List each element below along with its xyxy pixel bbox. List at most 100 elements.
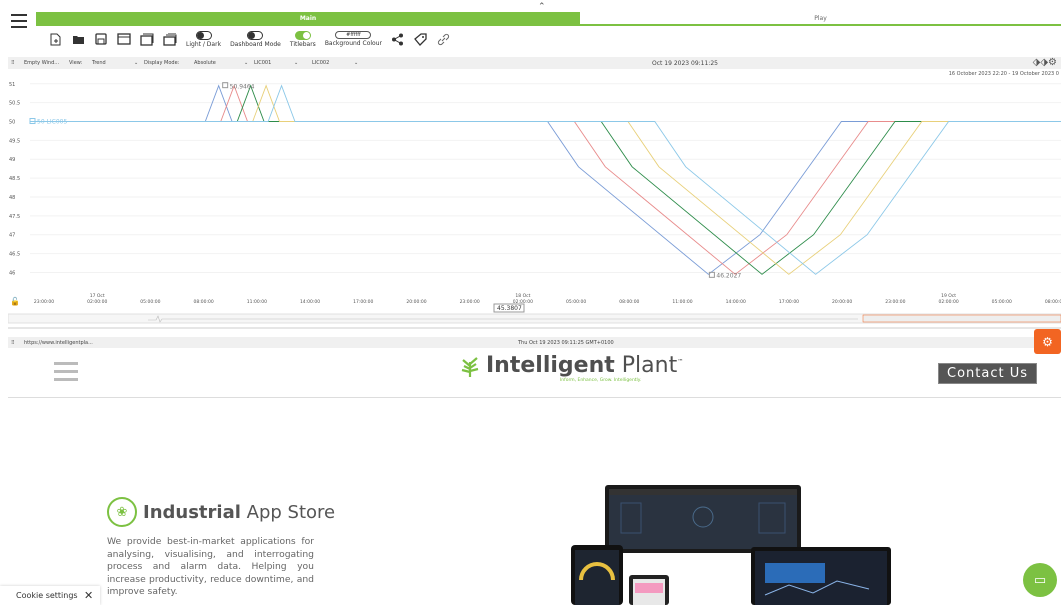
x-tick-label: 05:00:00 bbox=[140, 299, 160, 305]
logo-bold-text: Intelligent bbox=[486, 353, 615, 378]
device-mockup-image bbox=[571, 485, 891, 605]
titlebars-toggle[interactable]: Titlebars bbox=[289, 30, 316, 48]
x-tick-label: 14:00:00 bbox=[726, 299, 746, 305]
cursor-value-label: 45.3807 bbox=[497, 305, 522, 312]
start-value-label: 50 LIC005 bbox=[37, 119, 67, 126]
x-tick-label: 05:00:00 bbox=[992, 299, 1012, 305]
cookie-settings-banner[interactable]: Cookie settings ✕ bbox=[0, 586, 100, 605]
gear-icon: ⚙ bbox=[1042, 334, 1053, 349]
web-window-header: ⠿ https://www.intelligentpla... Thu Oct … bbox=[8, 337, 1061, 348]
light-dark-toggle[interactable]: Light / Dark bbox=[186, 30, 221, 48]
tag2-chevron-icon[interactable]: ⌄ bbox=[294, 60, 298, 66]
store-title-bold: Industrial bbox=[143, 501, 241, 523]
contact-us-button[interactable]: Contact Us bbox=[938, 363, 1037, 384]
trend-chart[interactable]: 51 50.5 50 49.5 49 48.5 48 47.5 47 46.5 46 23:00:00… bbox=[7, 70, 1061, 332]
x-tick-date: 19 Oct bbox=[941, 293, 956, 299]
y-tick-label: 49 bbox=[9, 157, 15, 163]
windows-icon[interactable] bbox=[140, 33, 154, 46]
save-icon[interactable] bbox=[94, 33, 108, 46]
dashboard-toolbar: ⌃ Main Play Light / Dark Dashboard Mode … bbox=[0, 0, 1061, 55]
display-mode-label: Display Mode: bbox=[144, 60, 180, 66]
tag-icon[interactable] bbox=[414, 32, 428, 46]
app-store-icon: ❀ bbox=[107, 497, 137, 527]
tab-main[interactable]: Main bbox=[36, 12, 580, 26]
tag1-select[interactable]: LIC001 bbox=[254, 60, 271, 66]
gear-icon[interactable]: ⚙ bbox=[1048, 57, 1057, 68]
y-tick-label: 48 bbox=[9, 195, 15, 201]
x-tick-label: 17:00:00 bbox=[353, 299, 373, 305]
trend-chart-svg[interactable]: 51 50.5 50 49.5 49 48.5 48 47.5 47 46.5 46 23:00:00… bbox=[7, 70, 1061, 332]
tab-play[interactable]: Play bbox=[580, 12, 1061, 26]
cookie-settings-label[interactable]: Cookie settings bbox=[16, 591, 78, 600]
toggle-switch-icon bbox=[247, 30, 264, 40]
logo-tagline: Inform, Enhance, Grow. Intelligently. bbox=[559, 378, 642, 383]
x-tick-label: 23:00:00 bbox=[885, 299, 905, 305]
grip-icon[interactable]: ⠿ bbox=[11, 340, 15, 346]
x-tick-label: 11:00:00 bbox=[247, 299, 267, 305]
unlock-icon[interactable]: 🔓 bbox=[10, 297, 20, 306]
web-url: https://www.intelligentpla... bbox=[24, 340, 93, 346]
x-tick-date: 18 Oct bbox=[515, 293, 530, 299]
y-tick-label: 47.5 bbox=[9, 214, 20, 220]
x-tick-label: 02:00:00 bbox=[938, 299, 958, 305]
background-colour-picker[interactable]: #ffffff Background Colour bbox=[325, 31, 382, 47]
tag1-chevron-icon[interactable]: ⌄ bbox=[244, 60, 248, 66]
toggle-switch-icon bbox=[294, 30, 311, 40]
y-tick-label: 47 bbox=[9, 233, 15, 239]
titlebars-label: Titlebars bbox=[289, 40, 316, 48]
y-tick-label: 49.5 bbox=[9, 138, 20, 144]
tag3-chevron-icon[interactable]: ⌄ bbox=[354, 60, 358, 66]
tag2-select[interactable]: LIC002 bbox=[312, 60, 329, 66]
intelligent-plant-logo[interactable]: Intelligent Plant™ Inform, Enhance, Grow… bbox=[458, 353, 683, 383]
view-label: View: bbox=[69, 60, 83, 66]
trend-timestamp: Oct 19 2023 09:11:25 bbox=[652, 60, 718, 67]
x-tick-label: 08:00:00 bbox=[194, 299, 214, 305]
view-select[interactable]: Trend bbox=[92, 60, 106, 66]
plant-logo-icon bbox=[461, 356, 479, 377]
folder-icon[interactable] bbox=[71, 33, 85, 46]
toggle-switch-icon bbox=[195, 30, 212, 40]
x-tick-label: 23:00:00 bbox=[460, 299, 480, 305]
menu-icon[interactable] bbox=[11, 14, 27, 30]
layers-icon[interactable] bbox=[163, 32, 177, 46]
dashboard-mode-toggle[interactable]: Dashboard Mode bbox=[230, 30, 281, 48]
share-icon[interactable] bbox=[391, 33, 405, 46]
trend-window-header: ⠿ Empty Wind... View: Trend ⌄ Display Mo… bbox=[8, 57, 1061, 69]
chat-button[interactable]: ▭ bbox=[1023, 563, 1057, 597]
max-value-label: 50.9464 bbox=[230, 84, 255, 91]
x-tick-label: 02:00:00 bbox=[87, 299, 107, 305]
app-store-description: We provide best-in-market applications f… bbox=[107, 536, 314, 598]
y-tick-label: 50 bbox=[9, 120, 15, 126]
dashboard-mode-label: Dashboard Mode bbox=[230, 40, 281, 48]
close-icon[interactable]: ✕ bbox=[84, 589, 93, 602]
window-icon[interactable] bbox=[117, 33, 131, 46]
logo-light-text: Plant bbox=[621, 353, 678, 378]
y-tick-label: 51 bbox=[9, 82, 15, 88]
x-tick-label: 14:00:00 bbox=[300, 299, 320, 305]
y-tick-label: 46 bbox=[9, 270, 15, 276]
min-value-label: 46.2027 bbox=[716, 272, 741, 279]
x-tick-label: 08:00:00 bbox=[619, 299, 639, 305]
x-tick-label: 08:00:00 bbox=[1045, 299, 1061, 305]
y-tick-label: 50.5 bbox=[9, 101, 20, 107]
series-line bbox=[30, 84, 1061, 275]
logo-trademark: ™ bbox=[677, 358, 684, 366]
y-tick-label: 46.5 bbox=[9, 252, 20, 258]
x-tick-label: 20:00:00 bbox=[832, 299, 852, 305]
link-icon[interactable] bbox=[437, 33, 451, 46]
site-menu-icon[interactable] bbox=[54, 362, 78, 386]
x-tick-label: 05:00:00 bbox=[566, 299, 586, 305]
colour-value: #ffffff bbox=[335, 31, 372, 39]
navigator-window bbox=[862, 314, 1061, 323]
display-mode-select[interactable]: Absolute bbox=[194, 60, 216, 66]
y-tick-label: 48.5 bbox=[9, 176, 20, 182]
new-file-icon[interactable] bbox=[48, 33, 62, 46]
window-controls: ⬗⬗⚙ bbox=[1033, 57, 1057, 68]
grip-icon[interactable]: ⠿ bbox=[11, 60, 15, 66]
x-tick-label: 17:00:00 bbox=[779, 299, 799, 305]
view-chevron-icon[interactable]: ⌄ bbox=[134, 60, 138, 66]
tab-bar: Main Play bbox=[36, 12, 1061, 26]
chat-bubble-icon: ▭ bbox=[1033, 572, 1047, 588]
collapse-chevron-icon[interactable]: ⌃ bbox=[538, 2, 546, 12]
tag-icon[interactable]: ⬗ bbox=[1040, 57, 1048, 68]
